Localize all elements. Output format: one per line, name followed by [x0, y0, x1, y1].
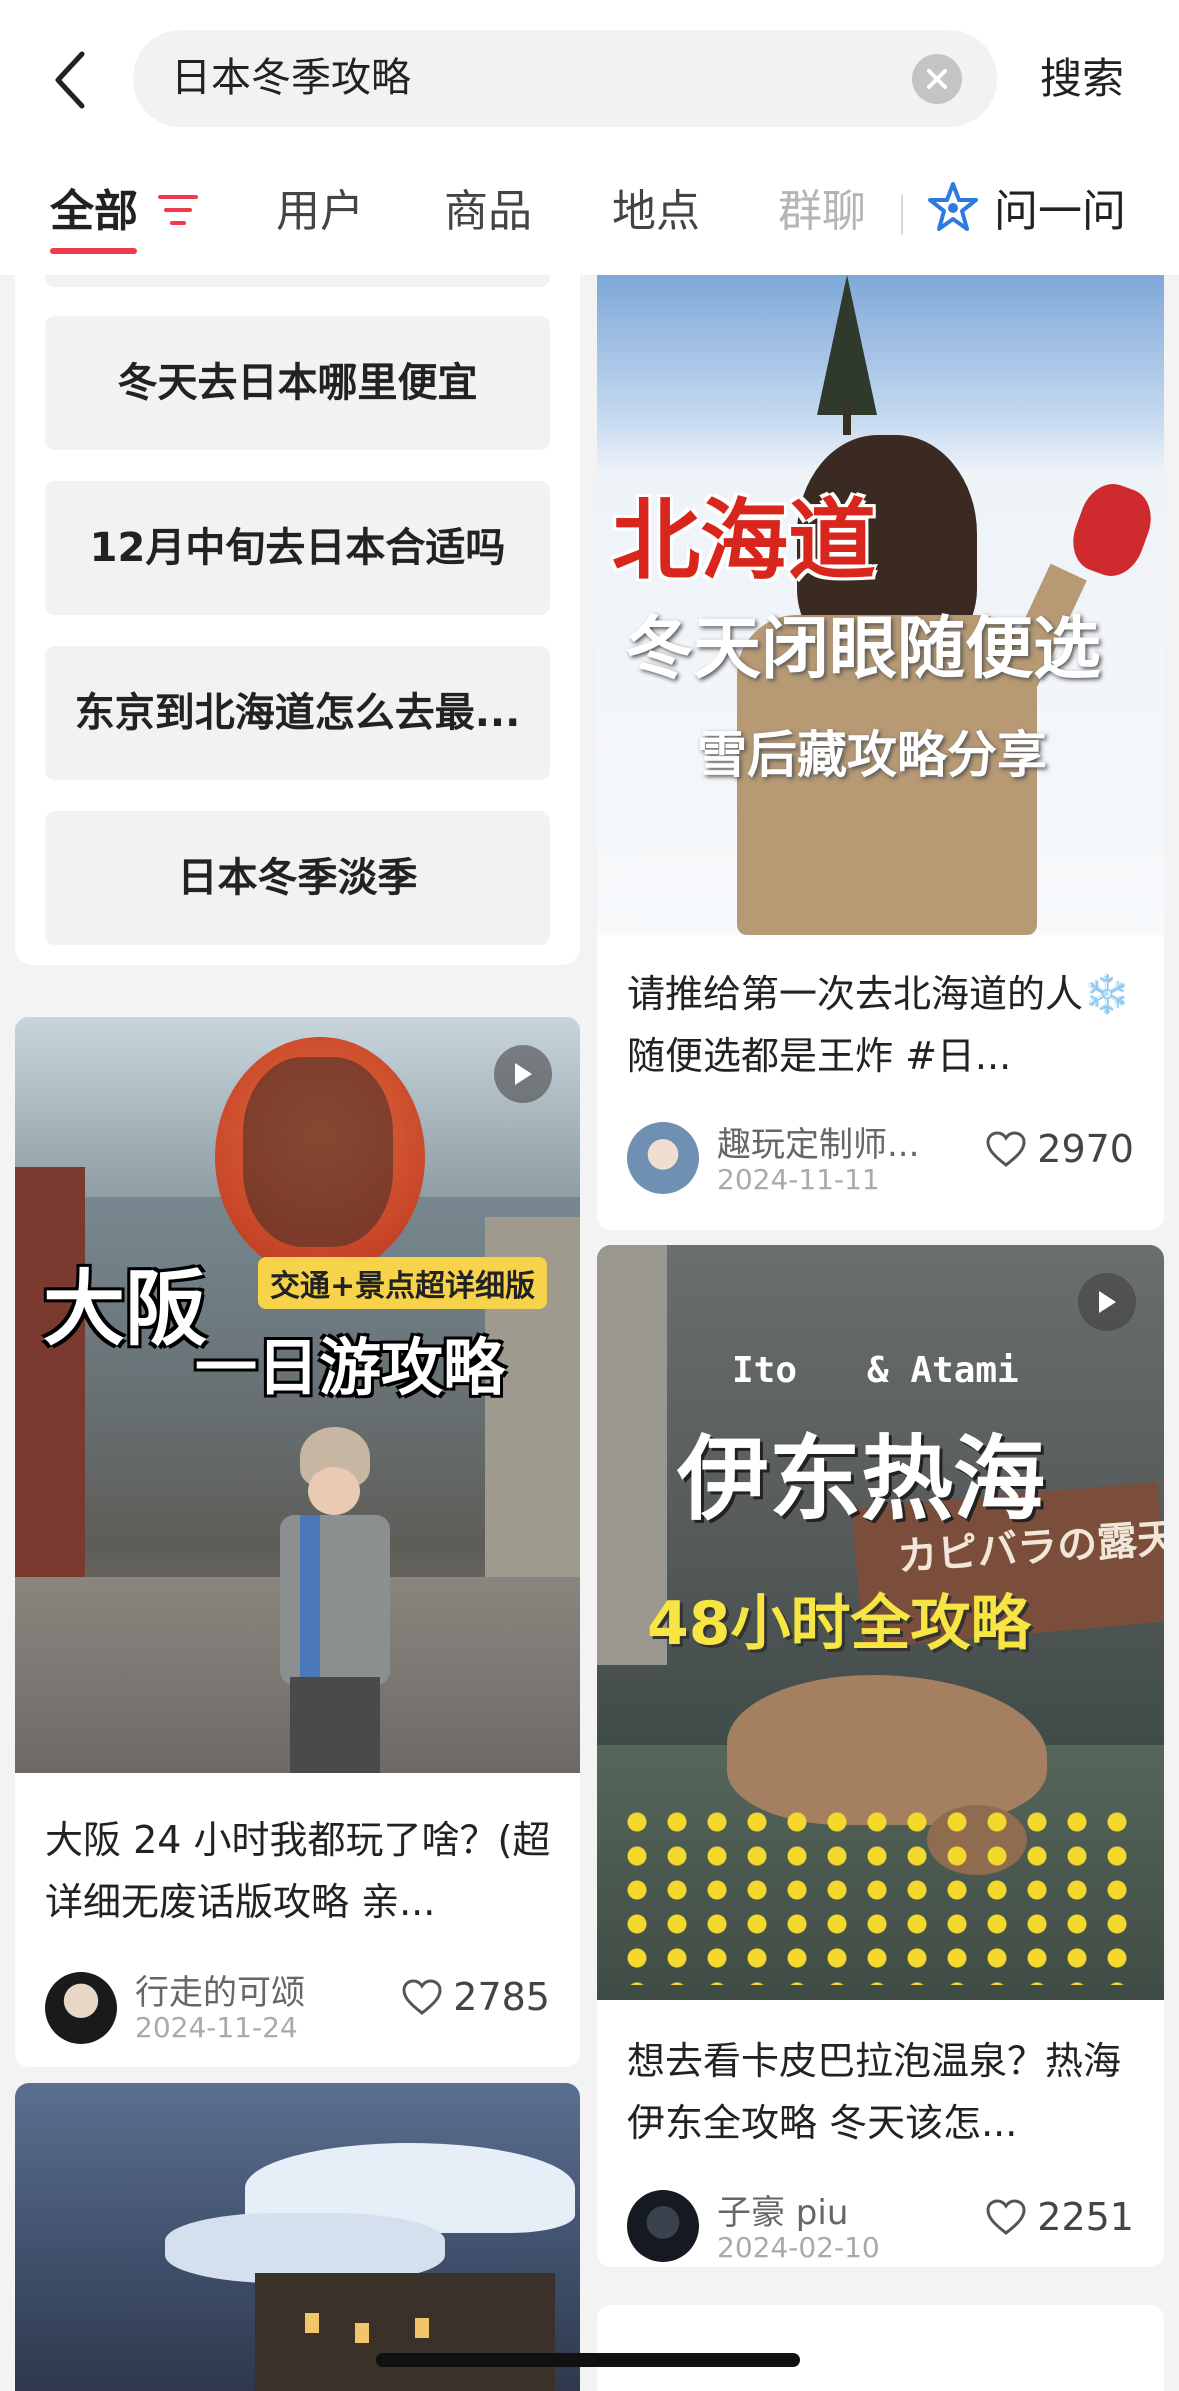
- note-cover-image: Ito & Atami 伊东热海 カピバラの露天 48小时全攻略: [597, 1245, 1164, 2000]
- note-cover-image: 大阪 交通+景点超详细版 一日游攻略: [15, 1017, 580, 1773]
- heart-icon: [986, 2199, 1026, 2235]
- cover-label-ito: Ito: [732, 1350, 798, 1391]
- like-button[interactable]: 2785: [401, 1975, 550, 2019]
- tab-group-chats[interactable]: 群聊: [778, 182, 866, 242]
- like-count: 2785: [453, 1975, 550, 2019]
- note-card[interactable]: 大阪 交通+景点超详细版 一日游攻略 大阪 24 小时我都玩了啥？(超详细无废话…: [15, 1017, 580, 2067]
- author-name[interactable]: 行走的可颂: [135, 1965, 305, 2014]
- note-card[interactable]: [597, 2305, 1164, 2391]
- video-play-icon: [1078, 1273, 1136, 1331]
- person-figure: [270, 1427, 390, 1773]
- clear-search-button[interactable]: [912, 54, 962, 104]
- related-searches-card: 冬天去日本哪里便宜 12月中旬去日本合适吗 东京到北海道怎么去最... 日本冬季…: [15, 275, 580, 965]
- note-card[interactable]: Ito & Atami 伊东热海 カピバラの露天 48小时全攻略 想去看卡皮巴拉…: [597, 1245, 1164, 2267]
- post-date: 2024-02-10: [717, 2231, 880, 2264]
- results-feed[interactable]: 冬天去日本哪里便宜 12月中旬去日本合适吗 东京到北海道怎么去最... 日本冬季…: [0, 275, 1179, 2391]
- related-search-item[interactable]: 12月中旬去日本合适吗: [45, 481, 550, 615]
- search-button[interactable]: 搜索: [1040, 30, 1124, 127]
- tab-divider: [901, 195, 903, 235]
- note-cover-image: [15, 2083, 580, 2391]
- tab-places[interactable]: 地点: [612, 182, 700, 242]
- video-play-icon: [494, 1045, 552, 1103]
- note-title: 请推给第一次去北海道的人❄️随便选都是王炸 #日...: [627, 972, 1131, 1078]
- like-count: 2970: [1037, 1127, 1134, 1171]
- search-query: 日本冬季攻略: [171, 55, 411, 101]
- post-date: 2024-11-24: [135, 2011, 298, 2044]
- cover-subtitle-choose: 冬天闭眼随便选: [625, 609, 1102, 689]
- like-button[interactable]: 2970: [985, 1127, 1134, 1171]
- tree-graphic: [817, 275, 877, 435]
- note-card[interactable]: [15, 2083, 580, 2391]
- related-search-item[interactable]: 东京到北海道怎么去最...: [45, 646, 550, 780]
- cover-title-hokkaido: 北海道: [612, 489, 877, 592]
- header: 日本冬季攻略 搜索 全部 用户 商品 地点 群聊 问一问: [0, 0, 1179, 275]
- heart-icon: [986, 1131, 1026, 1167]
- chevron-left-icon: [55, 51, 85, 109]
- author-name[interactable]: 趣玩定制师...: [717, 1117, 919, 1166]
- avatar[interactable]: [45, 1972, 117, 2044]
- note-title: 想去看卡皮巴拉泡温泉？热海伊东全攻略 冬天该怎...: [627, 2039, 1122, 2145]
- sparkle-star-icon[interactable]: [924, 180, 982, 238]
- related-search-item[interactable]: 日本冬季淡季: [45, 811, 550, 945]
- avatar[interactable]: [627, 1122, 699, 1194]
- cover-title-osaka: 大阪: [43, 1262, 208, 1357]
- tab-users[interactable]: 用户: [276, 182, 364, 242]
- note-cover-image: 北海道 冬天闭眼随便选 雪后藏攻略分享: [597, 275, 1164, 935]
- home-indicator[interactable]: [376, 2353, 800, 2367]
- result-tabs: 全部 用户 商品 地点 群聊 问一问: [0, 160, 1179, 260]
- related-search-item[interactable]: 冬天去日本哪里便宜: [45, 316, 550, 450]
- cover-label-atami: & Atami: [867, 1350, 1019, 1391]
- related-search-partial[interactable]: [45, 275, 550, 287]
- capybara-graphic: [727, 1675, 1047, 1825]
- search-input[interactable]: 日本冬季攻略: [133, 30, 997, 127]
- tab-ask[interactable]: 问一问: [994, 182, 1126, 242]
- note-card[interactable]: 北海道 冬天闭眼随便选 雪后藏攻略分享 请推给第一次去北海道的人❄️随便选都是王…: [597, 275, 1164, 1230]
- cover-subtitle-48h: 48小时全攻略: [647, 1589, 1031, 1659]
- filter-icon[interactable]: [156, 188, 200, 232]
- close-icon: [927, 69, 947, 89]
- like-button[interactable]: 2251: [985, 2195, 1134, 2239]
- tab-all[interactable]: 全部: [50, 182, 138, 242]
- active-tab-indicator: [50, 248, 137, 254]
- like-count: 2251: [1037, 2195, 1134, 2239]
- cover-subtitle-guide: 一日游攻略: [195, 1331, 506, 1404]
- heart-icon: [402, 1979, 442, 2015]
- post-date: 2024-11-11: [717, 1163, 880, 1196]
- tab-products[interactable]: 商品: [444, 182, 532, 242]
- avatar[interactable]: [627, 2190, 699, 2262]
- cover-subtitle-share: 雪后藏攻略分享: [697, 725, 1047, 784]
- note-title: 大阪 24 小时我都玩了啥？(超详细无废话版攻略 亲...: [45, 1818, 551, 1924]
- back-button[interactable]: [40, 38, 100, 122]
- author-name[interactable]: 子豪 piu: [717, 2185, 848, 2234]
- cover-subtitle-tag: 交通+景点超详细版: [258, 1257, 548, 1309]
